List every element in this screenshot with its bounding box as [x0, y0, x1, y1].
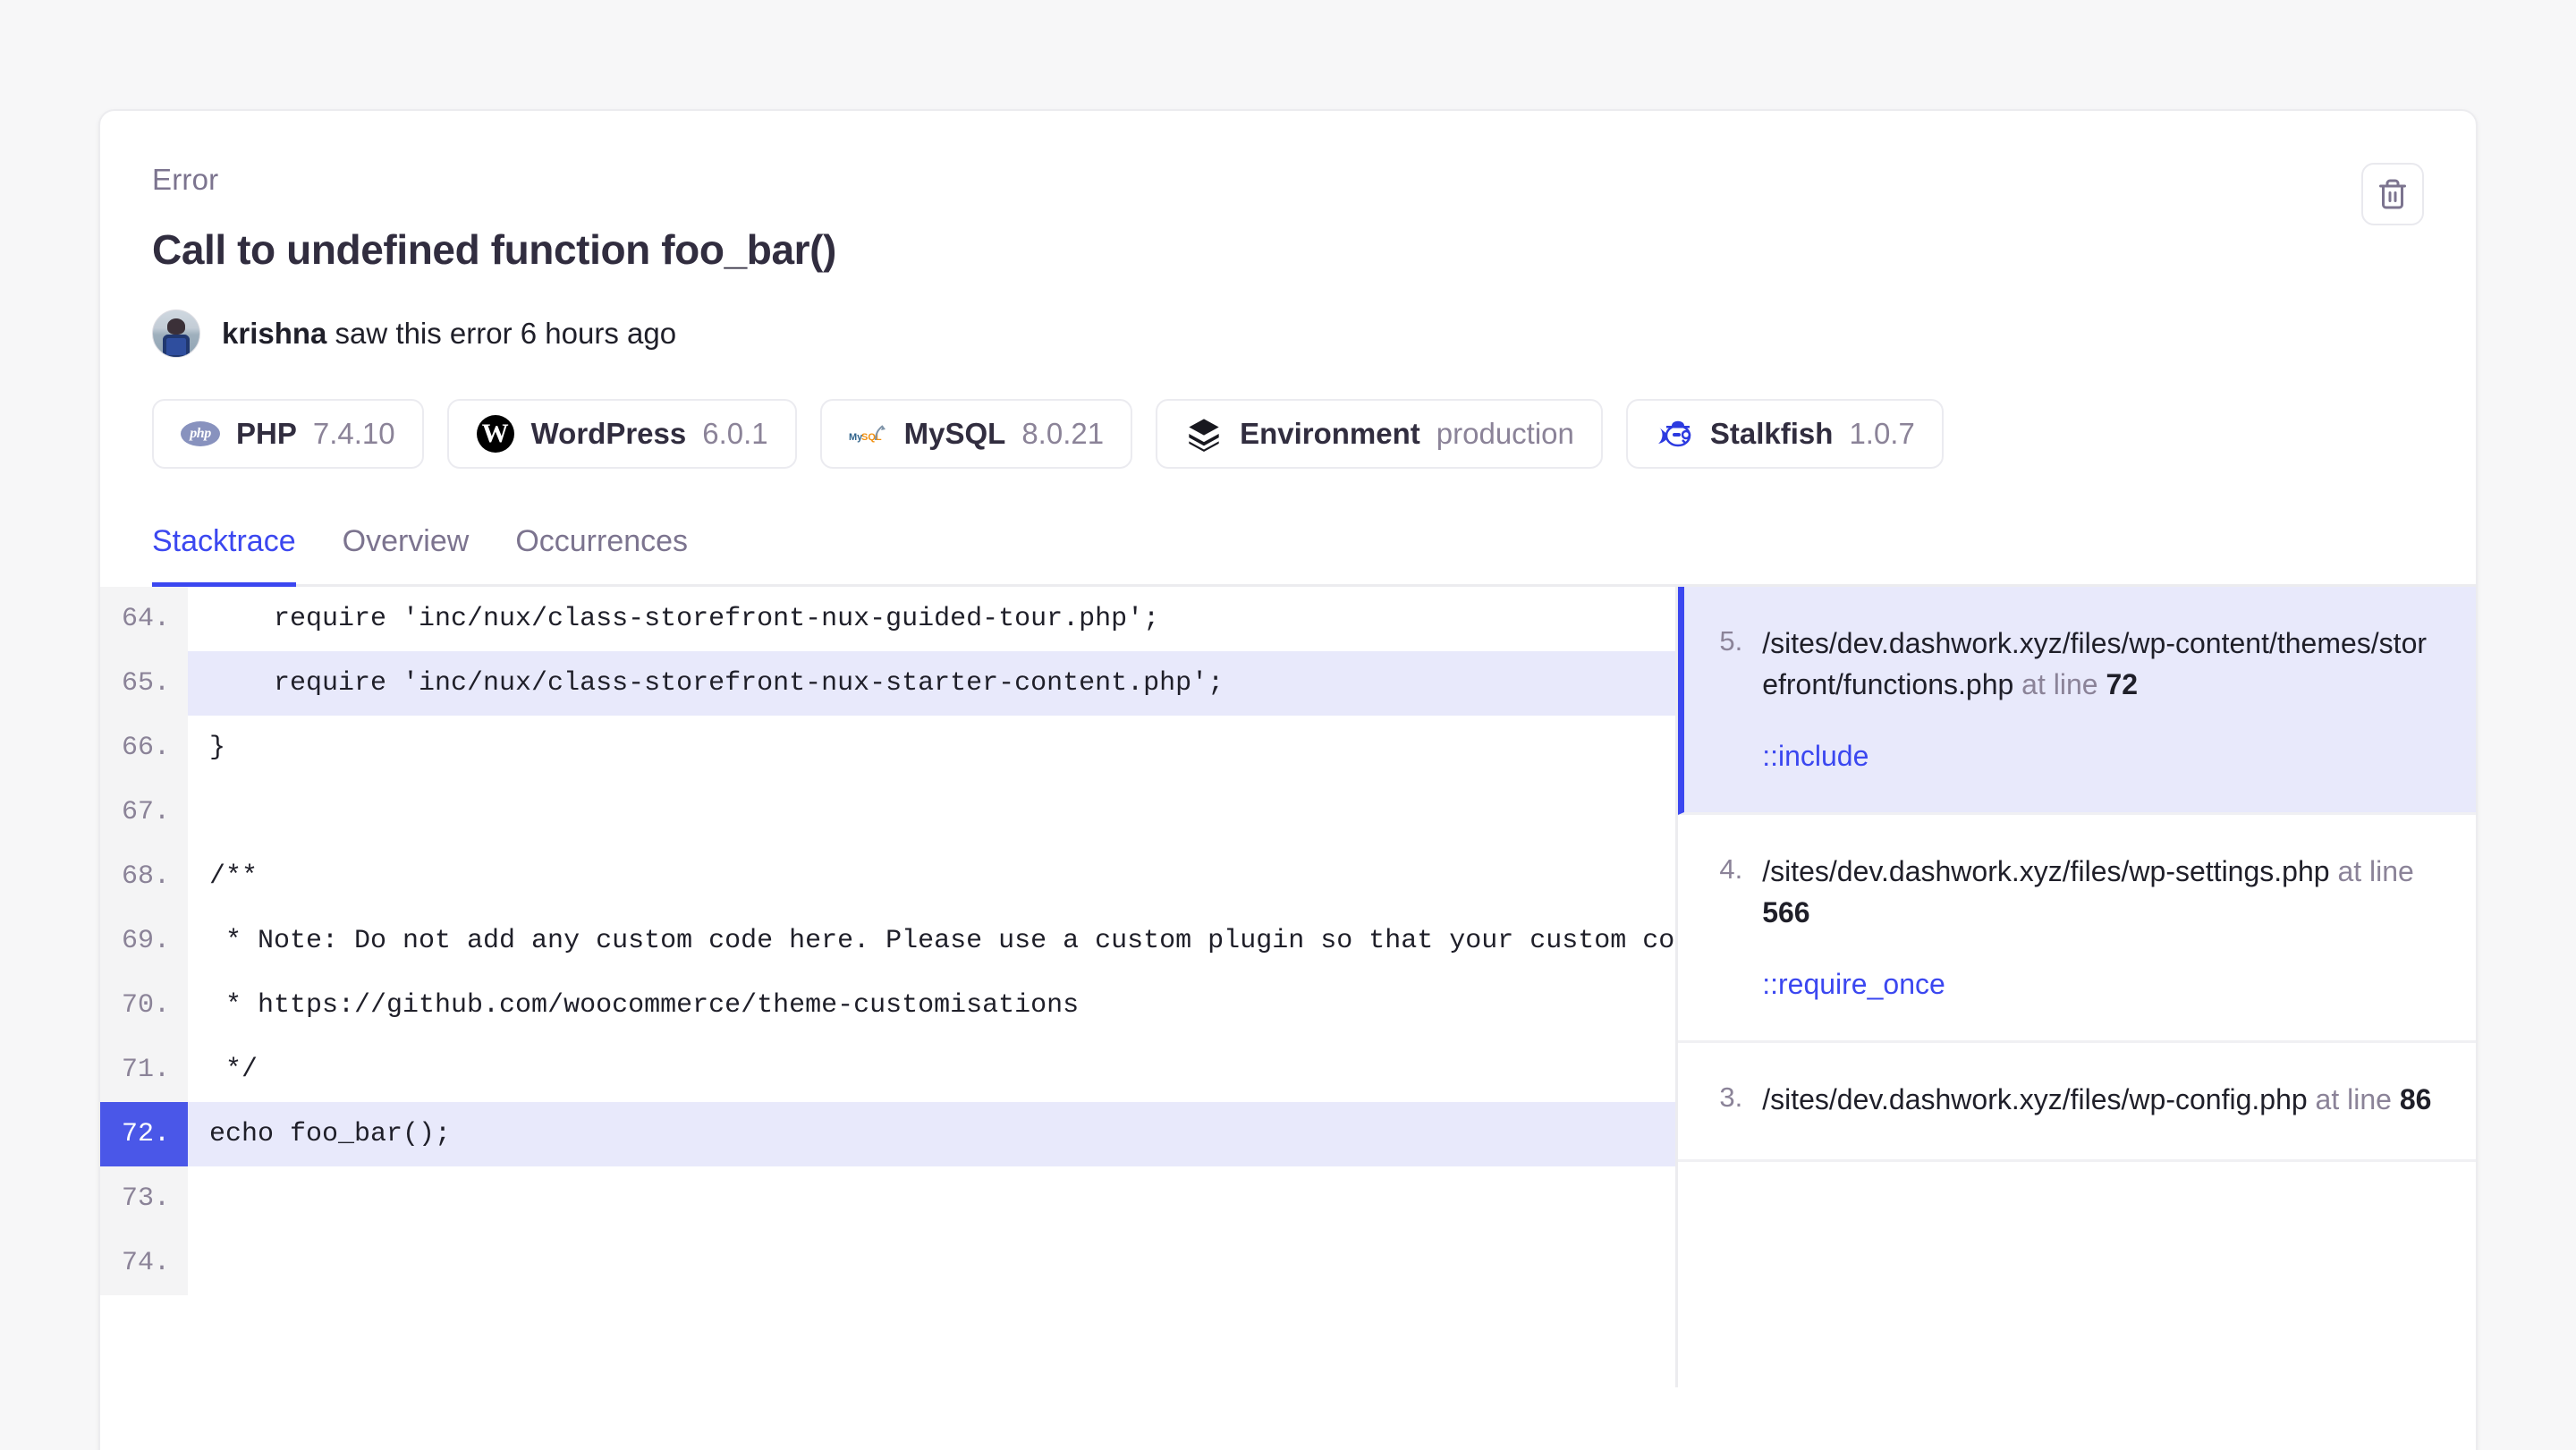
- mysql-icon: My SQL: [849, 414, 888, 454]
- line-number: 69.: [100, 909, 188, 973]
- page-title: Call to undefined function foo_bar(): [152, 226, 836, 273]
- line-number: 66.: [100, 716, 188, 780]
- php-icon: php: [181, 414, 220, 454]
- stacktrace-body: 64. require 'inc/nux/class-storefront-nu…: [100, 587, 2476, 1387]
- badge-mysql-name: MySQL: [903, 417, 1006, 450]
- code-line[interactable]: 66.}: [100, 716, 1675, 780]
- frame-index: 5.: [1719, 625, 1743, 657]
- svg-text:SQL: SQL: [861, 432, 882, 443]
- seen-by-suffix: saw this error 6 hours ago: [326, 317, 677, 350]
- line-number: 65.: [100, 651, 188, 716]
- line-number: 64.: [100, 587, 188, 651]
- avatar: [152, 310, 200, 358]
- badge-wordpress-name: WordPress: [530, 417, 687, 450]
- seen-by-user: krishna: [222, 317, 327, 350]
- tab-bar: Stacktrace Overview Occurrences: [152, 524, 2476, 587]
- error-type-label: Error: [152, 163, 219, 196]
- code-line[interactable]: 74.: [100, 1231, 1675, 1295]
- badge-environment-name: Environment: [1240, 417, 1420, 450]
- frame-path: /sites/dev.dashwork.xyz/files/wp-setting…: [1762, 854, 2330, 887]
- frame-index: 3.: [1719, 1081, 1743, 1113]
- tab-overview[interactable]: Overview: [343, 524, 470, 587]
- badge-mysql-value: 8.0.21: [1021, 417, 1105, 450]
- page: Error Call to undefined function foo_bar…: [0, 0, 2576, 1450]
- wordpress-icon: W: [476, 414, 515, 454]
- line-content: */: [209, 1055, 258, 1085]
- line-number: 72.: [100, 1102, 188, 1166]
- code-line[interactable]: 71. */: [100, 1038, 1675, 1102]
- code-line[interactable]: 64. require 'inc/nux/class-storefront-nu…: [100, 587, 1675, 651]
- line-content: /**: [209, 861, 258, 892]
- line-number: 70.: [100, 973, 188, 1038]
- stack-frame[interactable]: 4. /sites/dev.dashwork.xyz/files/wp-sett…: [1678, 815, 2476, 1043]
- line-content: echo foo_bar();: [209, 1119, 452, 1149]
- stack-frame[interactable]: 3. /sites/dev.dashwork.xyz/files/wp-conf…: [1678, 1043, 2476, 1162]
- layers-icon: [1184, 414, 1224, 454]
- code-line[interactable]: 70. * https://github.com/woocommerce/the…: [100, 973, 1675, 1038]
- code-line[interactable]: 67.: [100, 780, 1675, 844]
- trash-icon: [2379, 179, 2406, 209]
- badge-stalkfish[interactable]: Stalkfish 1.0.7: [1625, 399, 1944, 469]
- frame-method[interactable]: ::require_once: [1762, 968, 2435, 1001]
- line-number: 71.: [100, 1038, 188, 1102]
- line-number: 73.: [100, 1166, 188, 1231]
- frame-path-line: /sites/dev.dashwork.xyz/files/wp-setting…: [1762, 851, 2435, 934]
- stack-frame[interactable]: 5. /sites/dev.dashwork.xyz/files/wp-cont…: [1678, 587, 2476, 815]
- line-content: }: [209, 733, 226, 763]
- line-content: * https://github.com/woocommerce/theme-c…: [209, 990, 1080, 1021]
- badge-php[interactable]: php PHP 7.4.10: [152, 399, 424, 469]
- code-line-error[interactable]: 72. echo foo_bar();: [100, 1102, 1676, 1166]
- badge-mysql[interactable]: My SQL MySQL 8.0.21: [819, 399, 1133, 469]
- frame-path-line: /sites/dev.dashwork.xyz/files/wp-config.…: [1762, 1079, 2435, 1120]
- meta-badge-row: php PHP 7.4.10 W WordPress 6.0.1 My SQL: [152, 399, 2476, 469]
- badge-environment[interactable]: Environment production: [1156, 399, 1603, 469]
- error-detail-card: Error Call to undefined function foo_bar…: [98, 109, 2478, 1450]
- frame-line-number: 566: [1762, 896, 1810, 929]
- seen-by-row: krishna saw this error 6 hours ago: [152, 310, 2476, 358]
- code-viewer: 64. require 'inc/nux/class-storefront-nu…: [100, 587, 1676, 1387]
- badge-php-name: PHP: [236, 417, 297, 450]
- frame-at-label: at line: [2021, 668, 2098, 701]
- stalkfish-icon: [1655, 414, 1694, 454]
- line-number: 74.: [100, 1231, 188, 1295]
- line-content: require 'inc/nux/class-storefront-nux-gu…: [209, 604, 1160, 634]
- frame-method[interactable]: ::include: [1762, 740, 2435, 773]
- frame-line-number: 86: [2399, 1082, 2432, 1115]
- frame-at-label: at line: [2315, 1082, 2392, 1115]
- line-number: 67.: [100, 780, 188, 844]
- line-content: * Note: Do not add any custom code here.…: [209, 926, 1676, 956]
- badge-stalkfish-value: 1.0.7: [1849, 417, 1915, 450]
- tab-stacktrace[interactable]: Stacktrace: [152, 524, 296, 587]
- frame-at-label: at line: [2337, 854, 2414, 887]
- code-line[interactable]: 69. * Note: Do not add any custom code h…: [100, 909, 1675, 973]
- badge-wordpress-value: 6.0.1: [702, 417, 768, 450]
- card-header: Error Call to undefined function foo_bar…: [100, 111, 2476, 358]
- line-content: require 'inc/nux/class-storefront-nux-st…: [209, 668, 1224, 699]
- frame-path: /sites/dev.dashwork.xyz/files/wp-config.…: [1762, 1082, 2308, 1115]
- frame-index: 4.: [1719, 852, 1743, 885]
- stack-frame-list: 5. /sites/dev.dashwork.xyz/files/wp-cont…: [1675, 587, 2476, 1387]
- code-line[interactable]: 65. require 'inc/nux/class-storefront-nu…: [100, 651, 1676, 716]
- badge-php-value: 7.4.10: [312, 417, 395, 450]
- delete-button[interactable]: [2361, 163, 2424, 225]
- frame-path-line: /sites/dev.dashwork.xyz/files/wp-content…: [1762, 623, 2435, 706]
- badge-environment-value: production: [1436, 417, 1574, 450]
- frame-line-number: 72: [2106, 668, 2139, 701]
- badge-stalkfish-name: Stalkfish: [1709, 417, 1834, 450]
- tab-occurrences[interactable]: Occurrences: [515, 524, 688, 587]
- code-line[interactable]: 73.: [100, 1166, 1675, 1231]
- line-number: 68.: [100, 844, 188, 909]
- code-line[interactable]: 68. /**: [100, 844, 1675, 909]
- badge-wordpress[interactable]: W WordPress 6.0.1: [446, 399, 797, 469]
- seen-by-text: krishna saw this error 6 hours ago: [222, 317, 676, 351]
